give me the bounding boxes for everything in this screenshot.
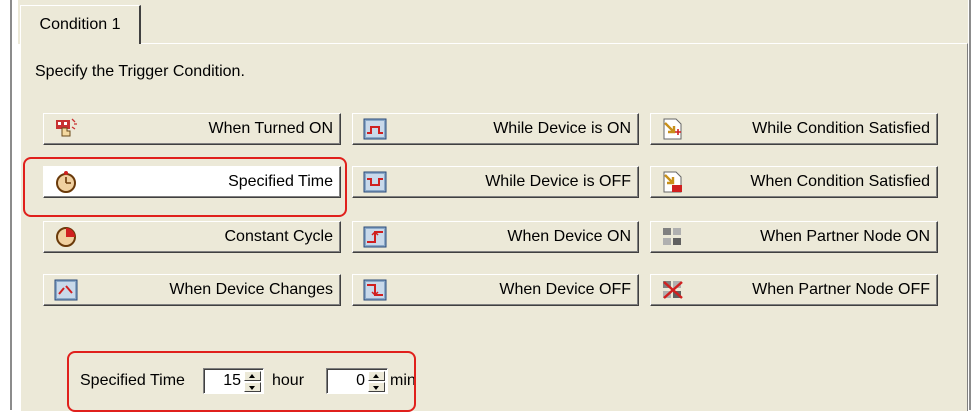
button-label: When Device Changes	[169, 281, 333, 298]
device-change-icon	[54, 279, 78, 301]
tab-strip	[18, 0, 968, 44]
when-condition-satisfied-button[interactable]: When Condition Satisfied	[650, 166, 938, 198]
device-off-icon	[363, 171, 387, 193]
when-device-on-button[interactable]: When Device ON	[352, 221, 639, 253]
hour-spin-arrows	[244, 371, 261, 392]
condition-arrow-icon	[663, 118, 682, 140]
minute-spin-arrows	[368, 371, 385, 392]
hour-value: 15	[223, 372, 241, 389]
cycle-icon	[56, 227, 76, 247]
button-label: When Device OFF	[499, 281, 631, 298]
when-turned-on-button[interactable]: When Turned ON	[43, 113, 341, 145]
window-right-edge	[969, 0, 971, 410]
when-partner-node-on-button[interactable]: When Partner Node ON	[650, 221, 938, 253]
hour-unit-label: hour	[272, 372, 305, 389]
while-device-on-button[interactable]: While Device is ON	[352, 113, 639, 145]
button-label: When Partner Node ON	[760, 228, 930, 245]
minute-up-arrow-icon[interactable]	[368, 371, 385, 381]
device-on-icon	[363, 118, 387, 140]
button-label: When Partner Node OFF	[752, 281, 930, 298]
button-label: When Condition Satisfied	[750, 173, 930, 190]
tab-condition-1[interactable]: Condition 1	[20, 5, 141, 44]
tab-label: Condition 1	[39, 16, 121, 33]
button-label: While Device is OFF	[485, 173, 631, 190]
hour-spinner[interactable]: 15	[203, 368, 264, 394]
button-label: When Device ON	[507, 228, 631, 245]
trigger-prompt: Specify the Trigger Condition.	[35, 63, 245, 80]
when-partner-node-off-button[interactable]: When Partner Node OFF	[650, 274, 938, 306]
when-device-changes-button[interactable]: When Device Changes	[43, 274, 341, 306]
node-off-icon	[663, 281, 683, 299]
when-device-off-button[interactable]: When Device OFF	[352, 274, 639, 306]
while-condition-satisfied-button[interactable]: While Condition Satisfied	[650, 113, 938, 145]
specified-time-button[interactable]: Specified Time	[43, 166, 341, 198]
minute-value: 0	[356, 372, 365, 389]
while-device-off-button[interactable]: While Device is OFF	[352, 166, 639, 198]
hand-press-icon	[56, 118, 77, 137]
button-label: Specified Time	[228, 173, 333, 190]
window-left-edge	[10, 0, 12, 410]
minute-down-arrow-icon[interactable]	[368, 382, 385, 392]
minute-unit-label: min	[390, 372, 416, 389]
specified-time-label: Specified Time	[80, 372, 185, 389]
device-rise-icon	[363, 226, 387, 248]
timer-icon	[56, 171, 76, 193]
hour-up-arrow-icon[interactable]	[244, 371, 261, 381]
minute-spinner[interactable]: 0	[326, 368, 388, 394]
button-label: While Device is ON	[493, 120, 631, 137]
button-label: When Turned ON	[208, 120, 334, 137]
device-fall-icon	[363, 279, 387, 301]
condition-ok-icon	[663, 171, 682, 193]
node-on-icon	[663, 228, 681, 245]
button-label: Constant Cycle	[224, 228, 334, 245]
hour-down-arrow-icon[interactable]	[244, 382, 261, 392]
button-label: While Condition Satisfied	[752, 120, 930, 137]
constant-cycle-button[interactable]: Constant Cycle	[43, 221, 341, 253]
